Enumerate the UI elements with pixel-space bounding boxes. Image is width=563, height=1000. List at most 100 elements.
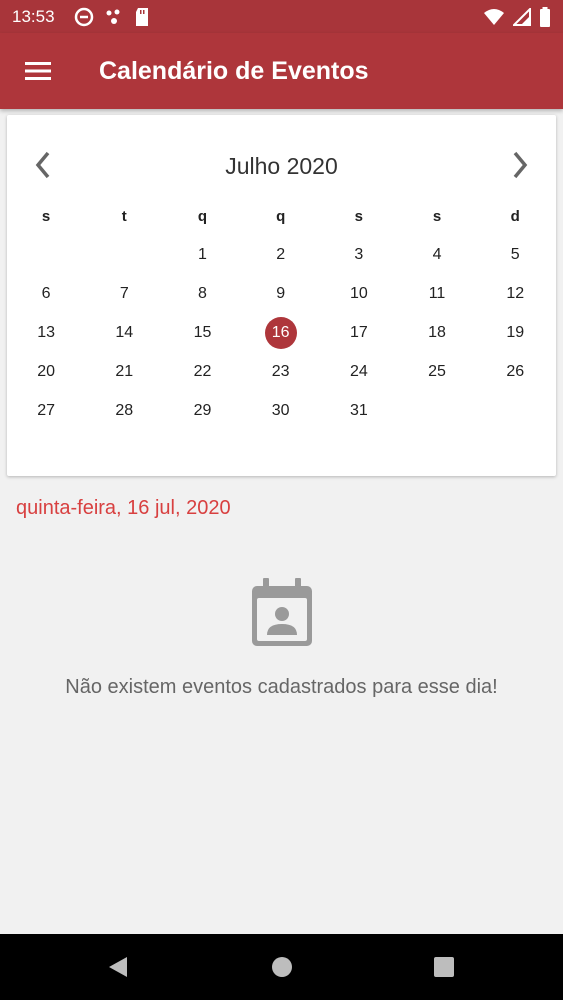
empty-state-message: Não existem eventos cadastrados para ess…	[65, 676, 498, 698]
calendar-day-number: 1	[198, 245, 207, 263]
recents-icon[interactable]	[433, 956, 455, 978]
calendar-day-number: 15	[193, 323, 212, 341]
calendar-day[interactable]: 1	[163, 235, 241, 274]
calendar-empty-cell	[7, 235, 85, 274]
calendar-day[interactable]: 28	[85, 391, 163, 430]
calendar-day[interactable]: 5	[476, 235, 554, 274]
calendar-day[interactable]: 2	[242, 235, 320, 274]
calendar-day-number: 10	[349, 284, 368, 302]
calendar-day-number: 18	[428, 323, 446, 341]
weekday-label: t	[121, 208, 127, 225]
status-icons-left	[74, 7, 150, 27]
calendar-day-number: 17	[349, 323, 368, 341]
status-time: 13:53	[12, 7, 55, 26]
calendar-day-number: 19	[506, 323, 525, 341]
assistant-icon	[106, 9, 120, 24]
signal-icon	[513, 8, 531, 26]
calendar-day[interactable]: 31	[320, 391, 398, 430]
weekday-label: s	[354, 208, 364, 225]
calendar-day-number: 22	[193, 362, 212, 380]
calendar-day-number: 9	[276, 284, 286, 302]
calendar-day[interactable]: 6	[7, 274, 85, 313]
calendar-empty-cell	[476, 391, 554, 430]
chevron-right-icon	[513, 151, 528, 179]
calendar-empty-cell	[398, 391, 476, 430]
calendar-day[interactable]: 16	[242, 313, 320, 352]
calendar-day[interactable]: 30	[242, 391, 320, 430]
page-title: Calendário de Eventos	[99, 57, 369, 85]
system-nav-bar	[0, 934, 563, 1000]
calendar-day-number: 6	[41, 284, 51, 302]
calendar-day[interactable]: 27	[7, 391, 85, 430]
status-bar: 13:53	[0, 0, 563, 33]
calendar-day[interactable]: 7	[85, 274, 163, 313]
home-icon[interactable]	[271, 956, 293, 978]
calendar-day-number: 11	[428, 284, 446, 302]
calendar-day-number: 8	[198, 284, 207, 302]
selected-date-label: quinta-feira, 16 jul, 2020	[16, 497, 231, 519]
calendar-day[interactable]: 17	[320, 313, 398, 352]
status-icons-right	[483, 7, 551, 27]
weekday-label: q	[197, 208, 208, 225]
calendar-day-number: 26	[506, 362, 525, 380]
calendar-day-number: 24	[349, 362, 368, 380]
calendar-day[interactable]: 9	[242, 274, 320, 313]
do-not-disturb-icon	[74, 7, 94, 27]
calendar-day-number: 21	[115, 362, 134, 380]
calendar-day[interactable]: 3	[320, 235, 398, 274]
weekday-label: s	[432, 208, 442, 225]
calendar-contact-icon	[251, 578, 312, 646]
calendar-day-number: 7	[119, 284, 129, 302]
weekday-label: s	[41, 208, 51, 225]
calendar-day-number: 16	[264, 316, 297, 349]
calendar-day[interactable]: 29	[163, 391, 241, 430]
calendar-day[interactable]: 10	[320, 274, 398, 313]
month-title: Julho 2020	[225, 153, 338, 179]
calendar-day-number: 29	[193, 401, 212, 419]
calendar-day[interactable]: 14	[85, 313, 163, 352]
weekday-label: d	[510, 208, 520, 225]
calendar-day[interactable]: 15	[163, 313, 241, 352]
sd-card-icon	[136, 8, 148, 26]
calendar-day-number: 23	[271, 362, 290, 380]
wifi-icon	[484, 9, 504, 25]
menu-button[interactable]	[14, 51, 62, 91]
weekday-label: q	[276, 208, 286, 225]
calendar-day[interactable]: 26	[476, 352, 554, 391]
calendar-day-number: 2	[276, 245, 286, 263]
calendar-day-number: 3	[354, 245, 364, 263]
calendar-day[interactable]: 8	[163, 274, 241, 313]
calendar-day[interactable]: 18	[398, 313, 476, 352]
calendar-day[interactable]: 24	[320, 352, 398, 391]
calendar-day[interactable]: 25	[398, 352, 476, 391]
calendar-day-number: 20	[37, 362, 55, 380]
calendar-day-number: 28	[115, 401, 134, 419]
calendar-day[interactable]: 19	[476, 313, 554, 352]
calendar-empty-cell	[85, 235, 163, 274]
hamburger-menu-icon	[25, 62, 51, 80]
calendar-day-number: 4	[432, 245, 442, 263]
calendar-day-number: 31	[349, 401, 368, 419]
empty-state: Não existem eventos cadastrados para ess…	[0, 578, 563, 699]
calendar-day-number: 14	[115, 323, 134, 341]
back-icon[interactable]	[106, 955, 130, 979]
calendar-day-number: 30	[271, 401, 290, 419]
calendar-day[interactable]: 13	[7, 313, 85, 352]
calendar-day[interactable]: 4	[398, 235, 476, 274]
weekday-header: s t q q s s d	[7, 208, 556, 225]
calendar-day[interactable]: 12	[476, 274, 554, 313]
calendar-day[interactable]: 23	[242, 352, 320, 391]
calendar-day[interactable]: 22	[163, 352, 241, 391]
calendar-day-number: 25	[428, 362, 446, 380]
calendar-day[interactable]: 11	[398, 274, 476, 313]
calendar-day[interactable]: 21	[85, 352, 163, 391]
calendar-day-number: 13	[37, 323, 55, 341]
calendar-day-number: 27	[37, 401, 55, 419]
calendar-day-number: 12	[506, 284, 525, 302]
battery-icon	[540, 7, 550, 27]
calendar-day-number: 5	[510, 245, 520, 263]
calendar-grid: 1 2 3 4 5 6 7 8 9 10 11 12 13 14 15 16 17 18 19 20 21 22 23 24 2…	[7, 235, 556, 430]
calendar-day[interactable]: 20	[7, 352, 85, 391]
calendar-card: Julho 2020 s t q q s s d 1 2 3 4 5 6 7 8 9 10 11 12…	[7, 115, 556, 476]
next-month-button[interactable]	[500, 145, 540, 185]
